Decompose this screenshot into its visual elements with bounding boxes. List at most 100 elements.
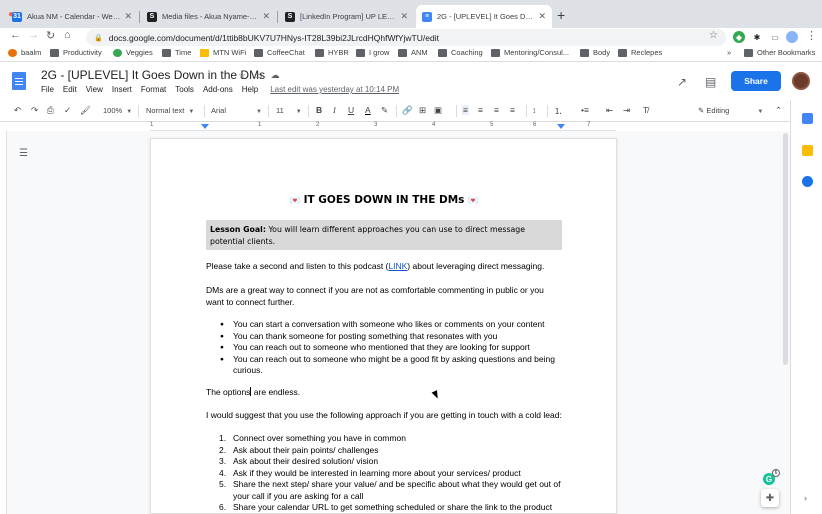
profile-icon[interactable]	[786, 31, 798, 43]
other-bookmarks-folder[interactable]: Other Bookmarks	[744, 48, 815, 57]
activity-trend-icon[interactable]: ↗	[677, 75, 687, 89]
collapse-menus-icon[interactable]: ⌃	[775, 105, 782, 116]
undo-icon[interactable]: ↶	[14, 105, 21, 116]
insert-image-icon[interactable]: ▣	[434, 105, 442, 116]
more-bookmarks-button[interactable]: »	[727, 48, 731, 57]
chrome-menu-icon[interactable]: ⋮	[806, 29, 817, 42]
list-item[interactable]: 5. Share the next step/ share your value/…	[206, 479, 562, 502]
bookmark-folder[interactable]: Body	[580, 48, 610, 57]
cloud-status-icon[interactable]: ☁	[271, 70, 280, 80]
italic-icon[interactable]: I	[333, 105, 336, 115]
editing-mode-select[interactable]: ✎ Editing ▼	[698, 106, 763, 115]
align-justify-icon[interactable]: ≡	[510, 105, 515, 115]
podcast-paragraph[interactable]: Please take a second and listen to this …	[206, 261, 562, 273]
menu-addons[interactable]: Add-ons	[203, 85, 233, 94]
menu-format[interactable]: Format	[141, 85, 166, 94]
cast-icon[interactable]: ▭	[769, 31, 781, 43]
options-paragraph[interactable]: The options are endless.	[206, 387, 562, 399]
home-icon[interactable]: ⌂	[64, 29, 71, 41]
bookmark-folder[interactable]: Reclepes	[618, 48, 662, 57]
expand-panel-icon[interactable]: ›	[804, 493, 807, 503]
list-item[interactable]: 4. Ask if they would be interested in lea…	[206, 468, 562, 480]
numbered-list-icon[interactable]: ⒈	[554, 105, 563, 117]
docs-logo-icon[interactable]	[12, 72, 26, 90]
close-tab-icon[interactable]: ✕	[400, 11, 408, 22]
font-size-select[interactable]: 11 ▼	[276, 106, 302, 115]
bookmark-folder[interactable]: Productivity	[50, 48, 102, 57]
back-icon[interactable]: ←	[10, 29, 21, 41]
left-indent-marker[interactable]	[201, 124, 209, 129]
comments-icon[interactable]: ▤	[705, 75, 716, 89]
extension-icon[interactable]: ✱	[751, 31, 763, 43]
increase-indent-icon[interactable]: ⇥	[623, 105, 630, 116]
browser-tab-calendar[interactable]: 31 Akua NM - Calendar - Week of ✕	[6, 5, 138, 28]
paint-format-icon[interactable]: 🖌	[80, 105, 91, 116]
list-item[interactable]: 1. Connect over something you have in com…	[206, 433, 562, 445]
list-item[interactable]: 2. Ask about their pain points/ challenge…	[206, 445, 562, 457]
link-icon[interactable]: 🔗	[402, 105, 413, 116]
redo-icon[interactable]: ↷	[31, 105, 38, 116]
list-item[interactable]: You can start a conversation with someon…	[206, 319, 562, 331]
menu-edit[interactable]: Edit	[63, 85, 77, 94]
add-comment-icon[interactable]: ⊞	[419, 105, 426, 116]
star-icon[interactable]: ☆	[238, 70, 246, 80]
menu-tools[interactable]: Tools	[175, 85, 194, 94]
bookmark-item[interactable]: baalm	[8, 48, 41, 57]
move-folder-icon[interactable]: ▭	[254, 70, 263, 80]
list-item[interactable]: You can thank someone for posting someth…	[206, 331, 562, 343]
line-spacing-icon[interactable]: ↕	[532, 105, 536, 115]
address-bar[interactable]: 🔒 docs.google.com/document/d/1ttib8bUKV7…	[86, 29, 726, 46]
document-title[interactable]: 2G - [UPLEVEL] It Goes Down in the DMs	[41, 68, 265, 82]
highlight-icon[interactable]: ✎	[381, 105, 388, 116]
podcast-link[interactable]: LINK	[388, 261, 407, 271]
browser-tab-linkedin-program[interactable]: S [LinkedIn Program] UP LEVEL ✕	[279, 5, 414, 28]
align-left-icon[interactable]: ≡	[462, 105, 469, 115]
bookmark-item[interactable]: MTN WiFi	[200, 48, 246, 57]
lesson-goal-box[interactable]: Lesson Goal: You will learn different ap…	[206, 220, 562, 250]
bookmark-item[interactable]: Veggies	[113, 48, 153, 57]
list-item[interactable]: 6. Share your calendar URL to get somethi…	[206, 502, 562, 514]
calendar-addon-icon[interactable]	[802, 113, 813, 124]
browser-tab-media-files[interactable]: S Media files - Akua Nyame-Me ✕	[141, 5, 276, 28]
bookmark-star-icon[interactable]: ☆	[709, 30, 718, 41]
extension-icon[interactable]: ◆	[733, 31, 745, 43]
right-indent-marker[interactable]	[557, 124, 565, 129]
intro-paragraph[interactable]: DMs are a great way to connect if you ar…	[206, 285, 562, 308]
style-select[interactable]: Normal text ▼	[146, 106, 194, 115]
bulleted-list-icon[interactable]: •≡	[581, 105, 589, 115]
print-icon[interactable]: ⎙	[47, 105, 54, 116]
tasks-addon-icon[interactable]	[802, 176, 813, 187]
browser-tab-active-doc[interactable]: ≡ 2G - [UPLEVEL] It Goes Down ✕	[416, 5, 552, 28]
bookmark-folder[interactable]: ANM	[398, 48, 428, 57]
forward-icon[interactable]: →	[28, 29, 39, 41]
menu-help[interactable]: Help	[242, 85, 258, 94]
add-comment-button[interactable]: ✚	[761, 489, 779, 507]
document-outline-icon[interactable]: ☰	[19, 148, 28, 159]
bookmark-folder[interactable]: CoffeeChat	[254, 48, 305, 57]
vertical-scrollbar[interactable]	[783, 133, 788, 365]
font-select[interactable]: Arial ▼	[211, 106, 262, 115]
menu-insert[interactable]: Insert	[112, 85, 132, 94]
text-color-icon[interactable]: A	[365, 105, 371, 115]
list-item[interactable]: 3. Ask about their desired solution/ visi…	[206, 456, 562, 468]
underline-icon[interactable]: U	[348, 105, 354, 115]
suggestion-paragraph[interactable]: I would suggest that you use the followi…	[206, 410, 562, 422]
bookmark-folder[interactable]: Coaching	[438, 48, 483, 57]
bookmark-folder[interactable]: Time	[162, 48, 191, 57]
list-item[interactable]: You can reach out to someone who might b…	[206, 354, 562, 377]
decrease-indent-icon[interactable]: ⇤	[606, 105, 613, 116]
spellcheck-icon[interactable]: ✓	[64, 105, 71, 116]
close-tab-icon[interactable]: ✕	[538, 11, 546, 22]
new-tab-icon[interactable]: +	[557, 7, 565, 23]
close-tab-icon[interactable]: ✕	[124, 11, 132, 22]
keep-addon-icon[interactable]	[802, 145, 813, 156]
bookmark-folder[interactable]: Mentoring/Consul...	[491, 48, 569, 57]
menu-file[interactable]: File	[41, 85, 54, 94]
horizontal-ruler[interactable]: 1 1 2 3 4 5 6 7	[150, 122, 616, 131]
clear-formatting-icon[interactable]: T̸	[643, 105, 648, 115]
bookmark-folder[interactable]: HYBR	[315, 48, 349, 57]
avatar[interactable]	[792, 72, 810, 90]
align-right-icon[interactable]: ≡	[494, 105, 499, 115]
menu-view[interactable]: View	[86, 85, 103, 94]
zoom-select[interactable]: 100% ▼	[103, 106, 132, 115]
